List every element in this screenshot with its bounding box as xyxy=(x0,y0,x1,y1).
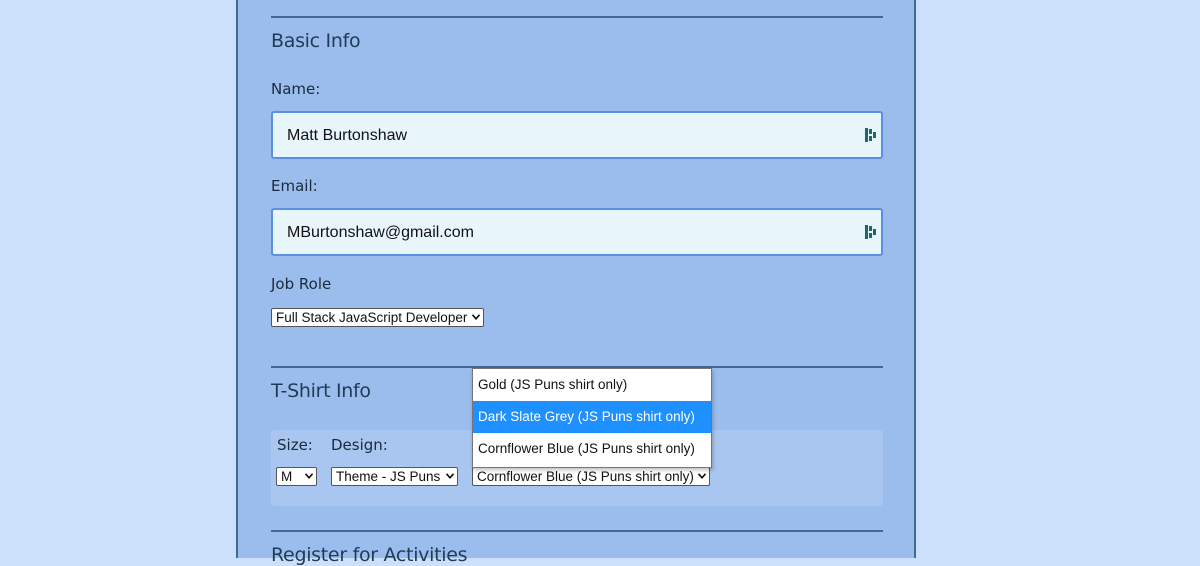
basic-info-heading: Basic Info xyxy=(271,30,361,52)
design-select[interactable]: Theme - JS Puns xyxy=(331,467,458,486)
email-input[interactable] xyxy=(285,210,849,256)
design-value: Theme - JS Puns xyxy=(336,469,441,484)
job-role-label: Job Role xyxy=(271,275,332,293)
chevron-down-icon xyxy=(446,473,454,479)
chevron-down-icon xyxy=(698,473,706,479)
chevron-down-icon xyxy=(305,473,313,479)
color-option-dark-slate-grey[interactable]: Dark Slate Grey (JS Puns shirt only) xyxy=(473,401,711,433)
tshirt-info-heading: T-Shirt Info xyxy=(271,380,371,402)
design-label: Design: xyxy=(331,436,388,454)
color-value: Cornflower Blue (JS Puns shirt only) xyxy=(477,469,694,484)
section-divider xyxy=(271,16,883,18)
section-divider xyxy=(271,530,883,532)
size-label: Size: xyxy=(277,436,313,454)
activities-heading: Register for Activities xyxy=(271,544,468,566)
email-field[interactable] xyxy=(271,208,883,256)
password-manager-icon[interactable] xyxy=(865,128,877,142)
chevron-down-icon xyxy=(472,314,480,320)
name-label: Name: xyxy=(271,80,321,98)
registration-form: Basic Info Name: Email: Job Role Full St… xyxy=(236,0,916,566)
password-manager-icon[interactable] xyxy=(865,225,877,239)
size-value: M xyxy=(281,469,293,484)
color-option-cornflower-blue[interactable]: Cornflower Blue (JS Puns shirt only) xyxy=(473,433,711,465)
size-select[interactable]: M xyxy=(276,467,317,486)
job-role-select[interactable]: Full Stack JavaScript Developer xyxy=(271,308,484,327)
name-input[interactable] xyxy=(285,113,849,159)
color-dropdown-list: Gold (JS Puns shirt only) Dark Slate Gre… xyxy=(472,368,712,468)
email-label: Email: xyxy=(271,177,318,195)
name-field[interactable] xyxy=(271,111,883,159)
color-option-gold[interactable]: Gold (JS Puns shirt only) xyxy=(473,369,711,401)
color-select[interactable]: Cornflower Blue (JS Puns shirt only) xyxy=(472,467,710,486)
job-role-value: Full Stack JavaScript Developer xyxy=(276,310,468,325)
